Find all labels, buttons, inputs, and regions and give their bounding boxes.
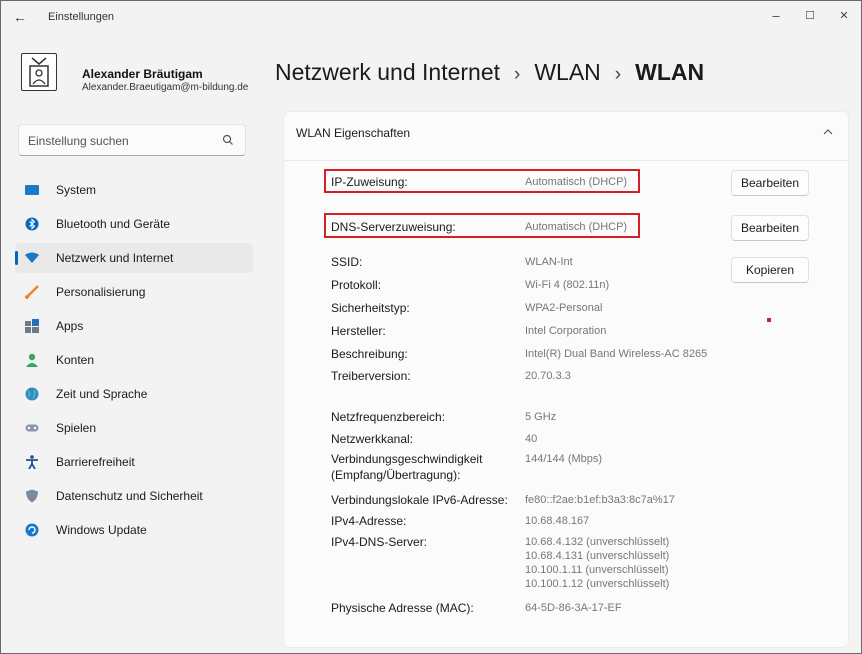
profile-email: Alexander.Braeutigam@m-bildung.de xyxy=(82,82,249,93)
ip-assignment-value: Automatisch (DHCP) xyxy=(525,176,628,188)
close-button[interactable]: ✕ xyxy=(827,5,861,27)
sidebar-item-label: System xyxy=(56,183,97,197)
sidebar-item-bluetooth[interactable]: Bluetooth und Geräte xyxy=(15,209,253,239)
search-placeholder: Einstellung suchen xyxy=(28,134,129,148)
dns-assignment-value: Automatisch (DHCP) xyxy=(525,221,628,233)
prop-value-ipv4-dns-1: 10.68.4.132 (unverschlüsselt) xyxy=(525,536,670,548)
breadcrumb-item-wlan[interactable]: WLAN xyxy=(534,59,600,85)
breadcrumb: Netzwerk und Internet › WLAN › WLAN xyxy=(275,59,704,86)
prop-label-frequency-band: Netzfrequenzbereich: xyxy=(331,410,446,424)
avatar[interactable] xyxy=(21,53,57,91)
gamepad-icon xyxy=(25,424,39,432)
prop-value-manufacturer: Intel Corporation xyxy=(525,325,607,337)
back-arrow-icon[interactable]: ← xyxy=(13,9,29,25)
prop-value-frequency-band: 5 GHz xyxy=(525,411,557,423)
prop-value-ipv6: fe80::f2ae:b1ef:b3a3:8c7a%17 xyxy=(525,494,675,506)
prop-value-ipv4-dns-4: 10.100.1.12 (unverschlüsselt) xyxy=(525,578,670,590)
prop-label-channel: Netzwerkkanal: xyxy=(331,432,414,446)
page-title: WLAN xyxy=(635,59,705,85)
sidebar-item-privacy-security[interactable]: Datenschutz und Sicherheit xyxy=(15,481,253,511)
update-icon xyxy=(25,523,39,537)
breadcrumb-separator: › xyxy=(614,64,622,85)
prop-label-ipv6: Verbindungslokale IPv6-Adresse: xyxy=(331,493,508,507)
sidebar-item-label: Spielen xyxy=(56,421,97,435)
wifi-icon xyxy=(25,252,39,263)
prop-value-ipv4-dns-2: 10.68.4.131 (unverschlüsselt) xyxy=(525,550,670,562)
edit-ip-button[interactable]: Bearbeiten xyxy=(731,170,809,196)
prop-label-link-speed-sub: (Empfang/Übertragung): xyxy=(331,468,461,482)
window-title: Einstellungen xyxy=(48,11,115,23)
wlan-properties-panel: WLAN Eigenschaften IP-Zuweisung: Automat… xyxy=(283,111,849,648)
bluetooth-icon xyxy=(25,217,39,231)
prop-label-ipv4-dns: IPv4-DNS-Server: xyxy=(331,535,428,549)
red-marker xyxy=(767,318,771,322)
shield-icon xyxy=(26,489,38,503)
brush-icon xyxy=(25,285,39,299)
prop-label-manufacturer: Hersteller: xyxy=(331,324,386,338)
copy-button[interactable]: Kopieren xyxy=(731,257,809,283)
apps-icon xyxy=(25,319,39,333)
sidebar-item-label: Netzwerk und Internet xyxy=(56,251,174,265)
prop-value-security-type: WPA2-Personal xyxy=(525,302,603,314)
ip-assignment-label: IP-Zuweisung: xyxy=(331,175,408,189)
sidebar-item-label: Bluetooth und Geräte xyxy=(56,217,171,231)
sidebar-item-system[interactable]: System xyxy=(15,175,253,205)
divider xyxy=(284,160,848,161)
prop-label-description: Beschreibung: xyxy=(331,347,408,361)
prop-value-ipv4: 10.68.48.167 xyxy=(525,515,590,527)
profile-name: Alexander Bräutigam xyxy=(82,67,203,81)
sidebar-item-label: Datenschutz und Sicherheit xyxy=(56,489,203,503)
sidebar-item-label: Zeit und Sprache xyxy=(56,387,148,401)
sidebar-item-network[interactable]: Netzwerk und Internet xyxy=(15,243,253,273)
sidebar-item-personalization[interactable]: Personalisierung xyxy=(15,277,253,307)
chevron-up-icon[interactable] xyxy=(822,126,834,138)
prop-label-driver-version: Treiberversion: xyxy=(331,369,411,383)
breadcrumb-separator: › xyxy=(514,64,521,85)
account-icon xyxy=(26,353,38,367)
sidebar-item-label: Barrierefreiheit xyxy=(56,455,135,469)
system-icon xyxy=(25,185,39,195)
sidebar-item-gaming[interactable]: Spielen xyxy=(15,413,253,443)
prop-label-ssid: SSID: xyxy=(331,255,363,269)
sidebar-item-label: Personalisierung xyxy=(56,285,146,299)
dns-assignment-label: DNS-Serverzuweisung: xyxy=(331,220,456,234)
prop-label-security-type: Sicherheitstyp: xyxy=(331,301,410,315)
sidebar-item-windows-update[interactable]: Windows Update xyxy=(15,515,253,545)
sidebar-item-accounts[interactable]: Konten xyxy=(15,345,253,375)
prop-value-mac: 64-5D-86-3A-17-EF xyxy=(525,602,622,614)
prop-value-ipv4-dns-3: 10.100.1.11 (unverschlüsselt) xyxy=(525,564,669,576)
prop-label-mac: Physische Adresse (MAC): xyxy=(331,601,474,615)
prop-value-channel: 40 xyxy=(525,433,538,445)
title-bar: ← Einstellungen – ☐ ✕ xyxy=(1,1,861,33)
accessibility-icon xyxy=(26,455,38,469)
globe-clock-icon xyxy=(25,387,39,401)
search-input[interactable]: Einstellung suchen xyxy=(18,124,246,156)
sidebar-item-label: Konten xyxy=(56,353,95,367)
panel-title: WLAN Eigenschaften xyxy=(296,126,411,140)
minimize-button[interactable]: – xyxy=(759,5,793,27)
prop-value-protocol: Wi-Fi 4 (802.11n) xyxy=(525,279,610,291)
edit-dns-button[interactable]: Bearbeiten xyxy=(731,215,809,241)
breadcrumb-item-network[interactable]: Netzwerk und Internet xyxy=(275,59,500,85)
prop-value-description: Intel(R) Dual Band Wireless-AC 8265 xyxy=(525,348,708,360)
prop-value-driver-version: 20.70.3.3 xyxy=(525,370,571,382)
sidebar-item-apps[interactable]: Apps xyxy=(15,311,253,341)
sidebar-item-label: Windows Update xyxy=(56,523,147,537)
user-avatar-icon xyxy=(29,57,49,87)
sidebar-item-time-language[interactable]: Zeit und Sprache xyxy=(15,379,253,409)
settings-window: ← Einstellungen – ☐ ✕ Alexander Bräutiga… xyxy=(0,0,862,654)
maximize-button[interactable]: ☐ xyxy=(793,5,827,27)
active-indicator xyxy=(15,251,18,265)
prop-label-link-speed: Verbindungsgeschwindigkeit xyxy=(331,452,483,466)
search-icon xyxy=(222,134,233,145)
sidebar-item-accessibility[interactable]: Barrierefreiheit xyxy=(15,447,253,477)
prop-value-link-speed: 144/144 (Mbps) xyxy=(525,453,603,465)
sidebar-item-label: Apps xyxy=(56,319,84,333)
prop-label-ipv4: IPv4-Adresse: xyxy=(331,514,407,528)
prop-label-protocol: Protokoll: xyxy=(331,278,382,292)
prop-value-ssid: WLAN-Int xyxy=(525,256,573,268)
